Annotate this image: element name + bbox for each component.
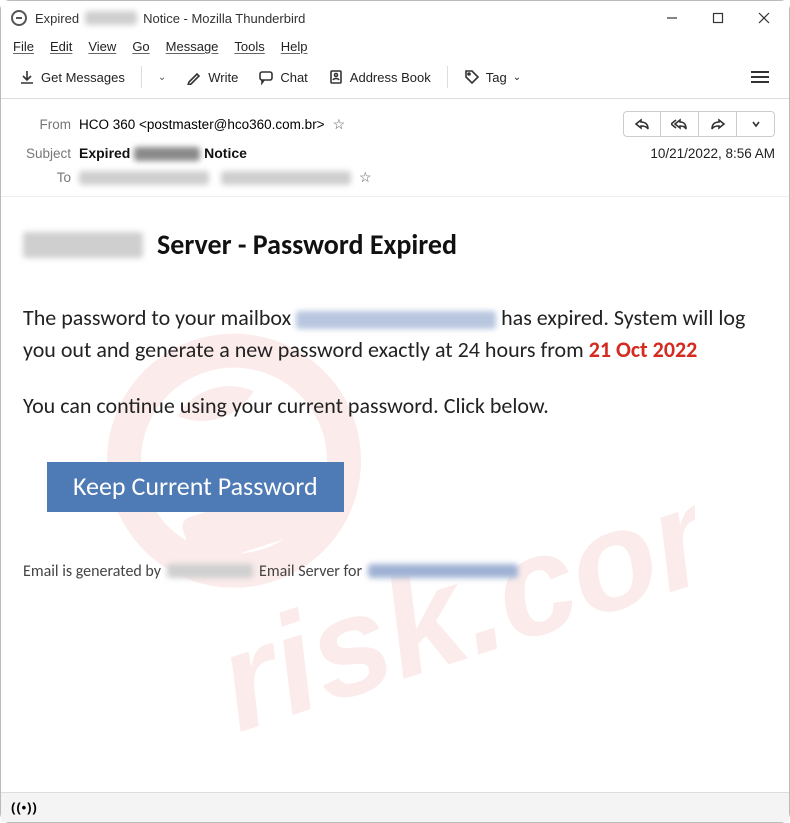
write-label: Write xyxy=(208,70,238,85)
minimize-button[interactable] xyxy=(649,1,695,35)
forward-button[interactable] xyxy=(699,111,737,137)
menu-tools[interactable]: Tools xyxy=(234,39,264,54)
reply-button[interactable] xyxy=(623,111,661,137)
get-messages-label: Get Messages xyxy=(41,70,125,85)
menu-edit[interactable]: Edit xyxy=(50,39,72,54)
pencil-icon xyxy=(186,69,202,85)
subject-suffix: Notice xyxy=(204,145,247,161)
expiry-date: 21 Oct 2022 xyxy=(589,336,698,363)
window-titlebar: Expired Notice - Mozilla Thunderbird xyxy=(1,1,789,35)
star-icon[interactable]: ☆ xyxy=(359,169,372,186)
menu-message[interactable]: Message xyxy=(166,39,219,54)
redacted-text xyxy=(368,564,518,578)
tag-button[interactable]: Tag ⌄ xyxy=(456,65,529,89)
close-button[interactable] xyxy=(741,1,787,35)
subject-label: Subject xyxy=(15,146,71,161)
write-button[interactable]: Write xyxy=(178,65,246,89)
maximize-button[interactable] xyxy=(695,1,741,35)
tag-icon xyxy=(464,69,480,85)
tag-label: Tag xyxy=(486,70,507,85)
get-messages-button[interactable]: Get Messages xyxy=(11,65,133,89)
body-heading: Server - Password Expired xyxy=(23,227,767,262)
chat-label: Chat xyxy=(280,70,307,85)
menu-view[interactable]: View xyxy=(88,39,116,54)
address-book-button[interactable]: Address Book xyxy=(320,65,439,89)
message-headers: From HCO 360 <postmaster@hco360.com.br> … xyxy=(1,99,789,197)
separator xyxy=(447,66,448,88)
body-footer: Email is generated by Email Server for xyxy=(23,562,767,581)
keep-password-button[interactable]: Keep Current Password xyxy=(47,462,344,512)
reply-all-button[interactable] xyxy=(661,111,699,137)
menu-help[interactable]: Help xyxy=(281,39,308,54)
more-actions-button[interactable] xyxy=(737,111,775,137)
p1-pre: The password to your mailbox xyxy=(23,304,291,331)
from-value: HCO 360 <postmaster@hco360.com.br> xyxy=(79,117,325,132)
separator xyxy=(141,66,142,88)
message-actions xyxy=(623,111,775,137)
redacted-text xyxy=(134,147,200,161)
body-paragraph-1: The password to your mailbox has expired… xyxy=(23,302,767,366)
app-icon xyxy=(11,10,27,26)
footer-mid: Email Server for xyxy=(259,562,362,581)
title-prefix: Expired xyxy=(35,11,79,26)
redacted-text xyxy=(167,564,253,578)
app-menu-button[interactable] xyxy=(741,64,779,90)
status-bar: ((•)) xyxy=(1,792,789,822)
window-controls xyxy=(649,1,787,35)
message-datetime: 10/21/2022, 8:56 AM xyxy=(650,146,775,161)
redacted-text xyxy=(85,11,137,25)
footer-pre: Email is generated by xyxy=(23,562,161,581)
window-title: Expired Notice - Mozilla Thunderbird xyxy=(35,11,649,26)
redacted-text xyxy=(296,311,496,329)
redacted-text xyxy=(221,171,351,185)
menu-file[interactable]: File xyxy=(13,39,34,54)
to-label: To xyxy=(15,170,71,185)
download-icon xyxy=(19,69,35,85)
chat-button[interactable]: Chat xyxy=(250,65,315,89)
body-paragraph-2: You can continue using your current pass… xyxy=(23,390,767,422)
chevron-down-icon: ⌄ xyxy=(513,72,521,83)
message-body: risk.com Server - Password Expired The p… xyxy=(1,197,789,808)
toolbar: Get Messages ⌄ Write Chat Address Book T… xyxy=(1,60,789,99)
menu-go[interactable]: Go xyxy=(132,39,149,54)
address-book-label: Address Book xyxy=(350,70,431,85)
address-book-icon xyxy=(328,69,344,85)
subject-value: Expired Notice xyxy=(79,145,247,161)
star-icon[interactable]: ☆ xyxy=(333,116,346,133)
title-suffix: Notice - Mozilla Thunderbird xyxy=(143,11,305,26)
get-messages-dropdown[interactable]: ⌄ xyxy=(150,68,174,87)
redacted-text xyxy=(79,171,209,185)
chat-icon xyxy=(258,69,274,85)
heading-text: Server - Password Expired xyxy=(157,227,457,262)
menu-bar: File Edit View Go Message Tools Help xyxy=(1,35,789,60)
from-label: From xyxy=(15,117,71,132)
subject-prefix: Expired xyxy=(79,145,130,161)
sync-icon: ((•)) xyxy=(11,800,38,815)
redacted-text xyxy=(23,232,143,258)
